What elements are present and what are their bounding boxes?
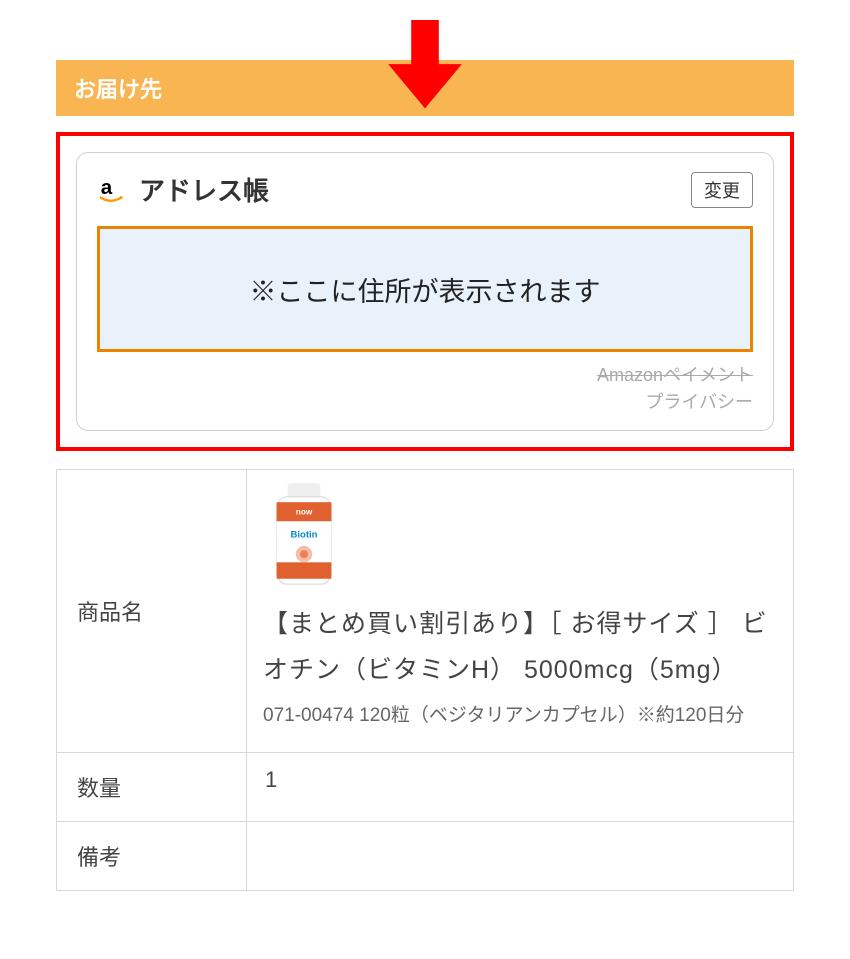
product-image: now Biotin — [263, 480, 345, 590]
remarks-value — [247, 821, 794, 890]
product-table: 商品名 now Biotin 【まとめ買い割引あり】［ お得サイズ ］ ビオチン… — [56, 469, 794, 891]
svg-text:Biotin: Biotin — [290, 530, 317, 541]
svg-text:a: a — [101, 175, 113, 198]
address-widget-title: アドレス帳 — [139, 171, 679, 208]
amazon-logo-icon: a — [97, 175, 127, 205]
delivery-section-header: お届け先 — [56, 60, 794, 116]
svg-text:now: now — [296, 508, 313, 517]
remarks-label: 備考 — [57, 821, 247, 890]
address-highlight-box: a アドレス帳 変更 ※ここに住所が表示されます Amazonペイメント プライ… — [56, 132, 794, 451]
product-cell: now Biotin 【まとめ買い割引あり】［ お得サイズ ］ ビオチン（ビタミ… — [247, 470, 794, 753]
address-display-box: ※ここに住所が表示されます — [97, 226, 753, 352]
address-widget-header: a アドレス帳 変更 — [97, 171, 753, 208]
product-title: 【まとめ買い割引あり】［ お得サイズ ］ ビオチン（ビタミンH） 5000mcg… — [263, 601, 777, 694]
product-subtitle: 071-00474 120粒（ベジタリアンカプセル）※約120日分 — [263, 700, 777, 732]
product-name-label: 商品名 — [57, 470, 247, 753]
quantity-label: 数量 — [57, 752, 247, 821]
table-row: 数量 1 — [57, 752, 794, 821]
privacy-link[interactable]: プライバシー — [645, 389, 753, 416]
amazon-payment-link[interactable]: Amazonペイメント — [597, 362, 753, 389]
address-widget-footer: Amazonペイメント プライバシー — [97, 362, 753, 416]
address-widget: a アドレス帳 変更 ※ここに住所が表示されます Amazonペイメント プライ… — [76, 152, 774, 431]
table-row: 備考 — [57, 821, 794, 890]
quantity-value: 1 — [247, 752, 794, 821]
table-row: 商品名 now Biotin 【まとめ買い割引あり】［ お得サイズ ］ ビオチン… — [57, 470, 794, 753]
change-address-button[interactable]: 変更 — [691, 172, 753, 208]
address-placeholder-text: ※ここに住所が表示されます — [250, 270, 601, 309]
delivery-section-title: お届け先 — [74, 77, 162, 102]
